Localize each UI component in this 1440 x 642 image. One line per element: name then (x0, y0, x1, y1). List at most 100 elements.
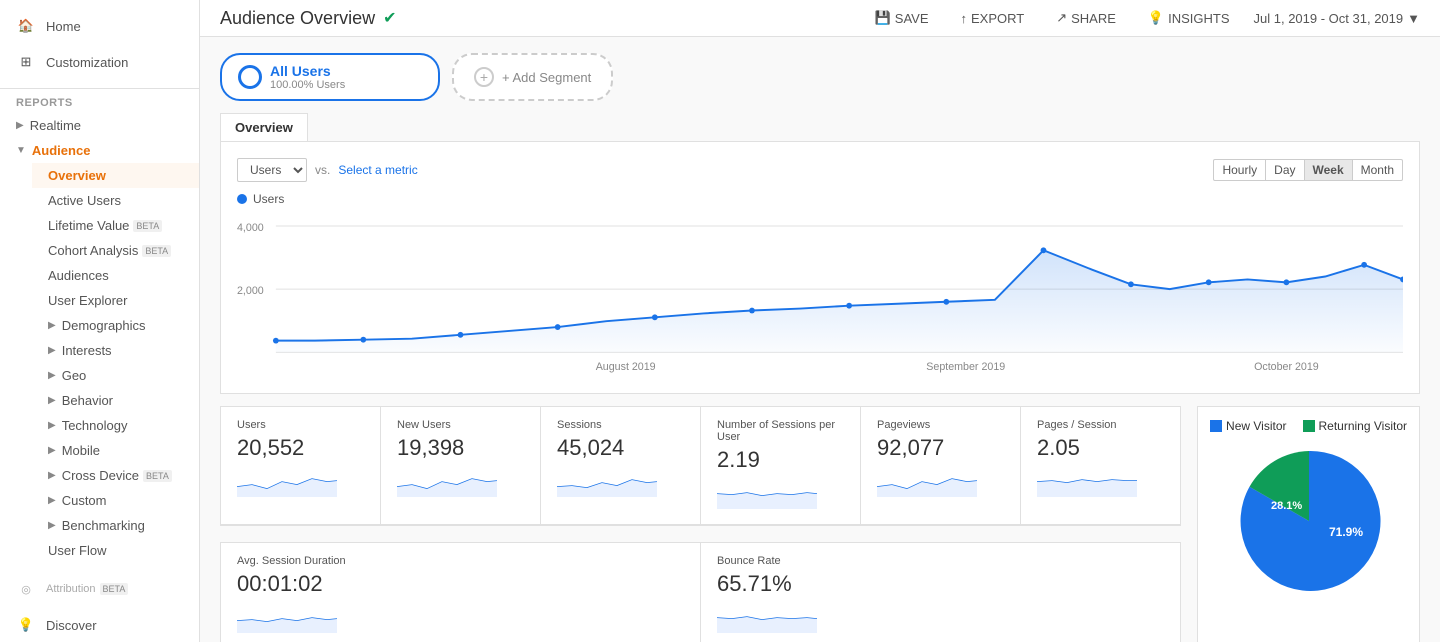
insights-button[interactable]: 💡 INSIGHTS (1140, 6, 1238, 30)
metric-select[interactable]: Users (237, 158, 307, 182)
chevron-right-icon-demo: ▶ (48, 320, 56, 331)
chevron-right-icon-tech: ▶ (48, 420, 56, 431)
metrics-section: Users 20,552 New Users 19,398 Sessions 4… (220, 406, 1181, 642)
metrics-grid: Users 20,552 New Users 19,398 Sessions 4… (220, 406, 1181, 526)
sidebar-item-technology[interactable]: ▶ Technology (32, 413, 199, 438)
svg-text:28.1%: 28.1% (1271, 500, 1302, 512)
sidebar-item-home[interactable]: 🏠 Home (0, 8, 199, 44)
svg-text:4,000: 4,000 (237, 222, 264, 234)
top-bar: Audience Overview ✔ 💾 SAVE ↑ EXPORT ↗ SH… (200, 0, 1440, 37)
metric-bounce-rate: Bounce Rate 65.71% (701, 543, 1180, 642)
sidebar-item-active-users[interactable]: Active Users (32, 188, 199, 213)
segment-circle-icon (238, 65, 262, 89)
all-users-segment[interactable]: All Users 100.00% Users (220, 53, 440, 101)
metrics-grid-row2: Avg. Session Duration 00:01:02 Bounce Ra… (220, 542, 1181, 642)
date-range-picker[interactable]: Jul 1, 2019 - Oct 31, 2019 ▼ (1254, 11, 1420, 26)
metric-pages-per-session: Pages / Session 2.05 (1021, 407, 1180, 525)
week-button[interactable]: Week (1305, 159, 1353, 181)
add-icon: + (474, 67, 494, 87)
metric-users: Users 20,552 (221, 407, 381, 525)
segment-bar: All Users 100.00% Users + + Add Segment (220, 53, 1420, 101)
metric-sessions-per-user: Number of Sessions per User 2.19 (701, 407, 861, 525)
vs-text: vs. (315, 163, 330, 177)
add-segment-button[interactable]: + + Add Segment (452, 53, 613, 101)
sidebar-item-geo[interactable]: ▶ Geo (32, 363, 199, 388)
svg-text:October 2019: October 2019 (1254, 361, 1319, 373)
day-button[interactable]: Day (1266, 159, 1304, 181)
svg-text:September 2019: September 2019 (926, 361, 1005, 373)
share-button[interactable]: ↗ SHARE (1048, 6, 1124, 30)
sidebar-item-demographics[interactable]: ▶ Demographics (32, 313, 199, 338)
pie-legend: New Visitor Returning Visitor (1210, 419, 1407, 433)
chevron-right-icon-cross: ▶ (48, 470, 56, 481)
verified-icon: ✔ (383, 8, 396, 28)
select-metric-link[interactable]: Select a metric (338, 163, 417, 177)
main-content: Audience Overview ✔ 💾 SAVE ↑ EXPORT ↗ SH… (200, 0, 1440, 642)
legend-returning-visitor: Returning Visitor (1303, 419, 1408, 433)
metric-pageviews: Pageviews 92,077 (861, 407, 1021, 525)
time-buttons: Hourly Day Week Month (1213, 159, 1403, 181)
sidebar-item-customization[interactable]: ⊞ Customization (0, 44, 199, 80)
home-icon: 🏠 (16, 16, 36, 36)
sidebar-item-realtime[interactable]: ▶ Realtime (0, 113, 199, 138)
sidebar-item-mobile[interactable]: ▶ Mobile (32, 438, 199, 463)
sidebar-item-discover[interactable]: 💡 Discover (0, 607, 199, 642)
svg-text:August 2019: August 2019 (596, 361, 656, 373)
insights-icon: 💡 (1148, 10, 1164, 26)
sidebar-item-behavior[interactable]: ▶ Behavior (32, 388, 199, 413)
sidebar-item-cohort-analysis[interactable]: Cohort Analysis BETA (32, 238, 199, 263)
sidebar-item-lifetime-value[interactable]: Lifetime Value BETA (32, 213, 199, 238)
overview-tab[interactable]: Overview (220, 113, 308, 141)
segment-name: All Users (270, 63, 345, 79)
legend-new-visitor: New Visitor (1210, 419, 1286, 433)
chevron-right-icon-mobile: ▶ (48, 445, 56, 456)
content-area: All Users 100.00% Users + + Add Segment … (200, 37, 1440, 642)
svg-text:71.9%: 71.9% (1329, 525, 1363, 539)
metric-new-users: New Users 19,398 (381, 407, 541, 525)
chevron-right-icon-geo: ▶ (48, 370, 56, 381)
share-icon: ↗ (1056, 10, 1067, 26)
beta-badge-cross: BETA (143, 470, 172, 482)
svg-text:2,000: 2,000 (237, 285, 264, 297)
hourly-button[interactable]: Hourly (1213, 159, 1266, 181)
sidebar-item-custom[interactable]: ▶ Custom (32, 488, 199, 513)
sidebar-item-audience[interactable]: ▼ Audience (0, 138, 199, 163)
metric-avg-session-duration: Avg. Session Duration 00:01:02 (221, 543, 701, 642)
sidebar-item-attribution[interactable]: ◎ Attribution BETA (0, 571, 199, 607)
chevron-down-icon: ▼ (16, 145, 26, 156)
sidebar-item-user-flow[interactable]: User Flow (32, 538, 199, 563)
sidebar-item-audiences[interactable]: Audiences (32, 263, 199, 288)
sidebar-item-interests[interactable]: ▶ Interests (32, 338, 199, 363)
chart-controls: Users vs. Select a metric Hourly Day Wee… (237, 158, 1403, 182)
sidebar-item-overview[interactable]: Overview (32, 163, 199, 188)
chart-legend: Users (237, 192, 1403, 206)
pie-chart-container: New Visitor Returning Visitor (1197, 406, 1420, 642)
metric-sessions: Sessions 45,024 (541, 407, 701, 525)
sidebar-item-user-explorer[interactable]: User Explorer (32, 288, 199, 313)
save-icon: 💾 (875, 10, 891, 26)
sidebar-item-cross-device[interactable]: ▶ Cross Device BETA (32, 463, 199, 488)
returning-visitor-color (1303, 420, 1315, 432)
line-chart: 4,000 2,000 (237, 214, 1403, 377)
beta-badge-cohort: BETA (142, 245, 171, 257)
save-button[interactable]: 💾 SAVE (867, 6, 937, 30)
beta-badge: BETA (133, 220, 162, 232)
chevron-right-icon-interests: ▶ (48, 345, 56, 356)
legend-dot-users (237, 194, 247, 204)
chevron-right-icon-custom: ▶ (48, 495, 56, 506)
discover-icon: 💡 (16, 615, 36, 635)
page-title: Audience Overview ✔ (220, 8, 396, 29)
chart-container: Users vs. Select a metric Hourly Day Wee… (220, 141, 1420, 394)
export-button[interactable]: ↑ EXPORT (953, 7, 1033, 30)
month-button[interactable]: Month (1353, 159, 1403, 181)
legend-label-users: Users (253, 192, 284, 206)
customization-icon: ⊞ (16, 52, 36, 72)
chevron-right-icon: ▶ (16, 120, 24, 131)
segment-sub: 100.00% Users (270, 79, 345, 91)
chevron-down-icon-date: ▼ (1407, 11, 1420, 26)
new-visitor-color (1210, 420, 1222, 432)
beta-badge-attr: BETA (100, 583, 129, 595)
top-actions: 💾 SAVE ↑ EXPORT ↗ SHARE 💡 INSIGHTS Jul 1… (867, 6, 1420, 30)
sidebar-item-benchmarking[interactable]: ▶ Benchmarking (32, 513, 199, 538)
chevron-right-icon-bench: ▶ (48, 520, 56, 531)
